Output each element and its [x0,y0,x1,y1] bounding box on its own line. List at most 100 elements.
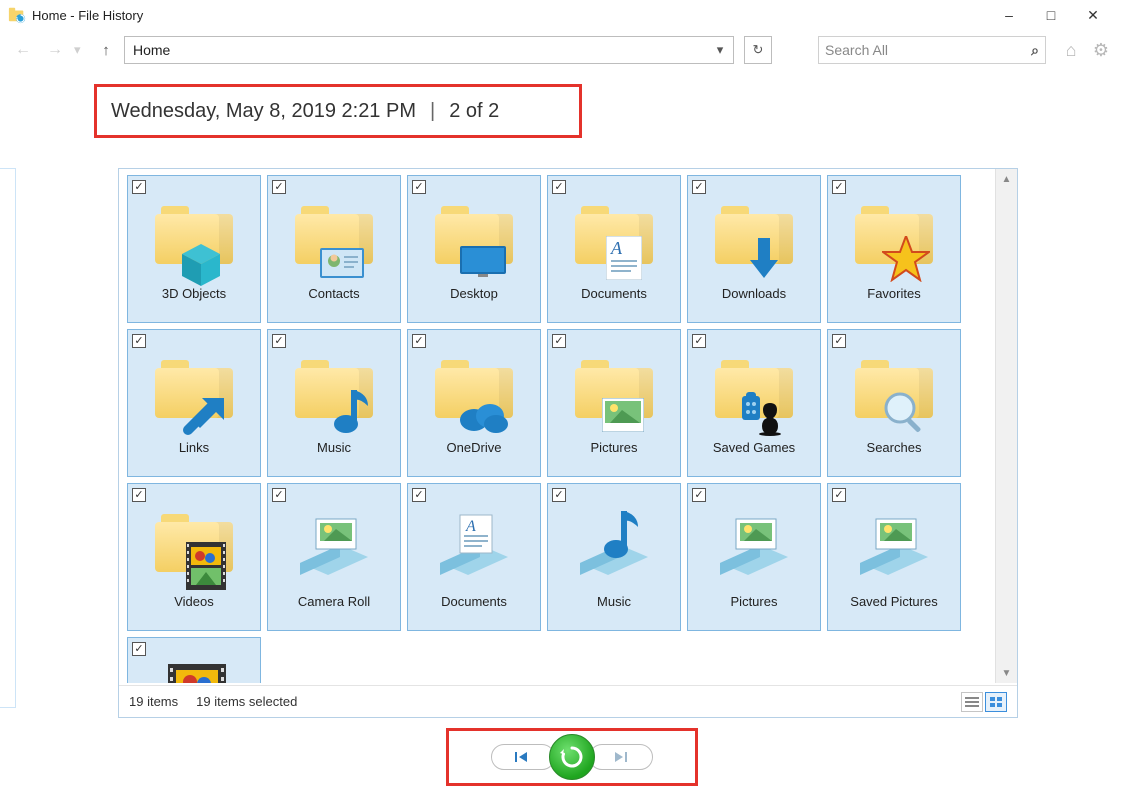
restore-button[interactable] [549,734,595,780]
folder-item[interactable]: ✓ 3D Objects [127,175,261,323]
music-icon [290,346,378,434]
prev-snapshot-sliver[interactable] [0,168,16,708]
item-label: Pictures [688,594,820,609]
checkbox[interactable]: ✓ [132,334,146,348]
videos-icon [150,500,238,588]
item-label: OneDrive [408,440,540,455]
app-icon [8,6,26,24]
checkbox[interactable]: ✓ [132,642,146,656]
checkbox[interactable]: ✓ [552,334,566,348]
folder-item[interactable]: ✓ Saved Pictures [827,483,961,631]
item-label: Favorites [828,286,960,301]
checkbox[interactable]: ✓ [692,180,706,194]
home-icon[interactable]: ⌂ [1060,39,1082,61]
address-dropdown[interactable]: ▾ [707,37,733,63]
close-button[interactable]: ✕ [1072,1,1114,29]
folder-item[interactable]: ✓ Music [267,329,401,477]
item-label: Pictures [548,440,680,455]
item-label: Camera Roll [268,594,400,609]
restore-controls [446,728,698,786]
contacts-icon [290,192,378,280]
folder-item[interactable]: ✓ OneDrive [407,329,541,477]
item-label: Music [268,440,400,455]
scroll-down[interactable]: ▼ [996,663,1017,683]
settings-icon[interactable]: ⚙ [1090,39,1112,61]
folder-item[interactable]: ✓ Favorites [827,175,961,323]
minimize-button[interactable]: – [988,1,1030,29]
folder-item[interactable]: ✓ Saved Games [687,329,821,477]
folder-item[interactable]: ✓ Music [547,483,681,631]
scrollbar[interactable]: ▲ ▼ [995,169,1017,683]
checkbox[interactable]: ✓ [412,488,426,502]
checkbox[interactable]: ✓ [412,180,426,194]
view-details-button[interactable] [961,692,983,712]
folder-item[interactable]: ✓ Downloads [687,175,821,323]
item-label: Desktop [408,286,540,301]
forward-button[interactable]: → [42,37,68,63]
folder-item[interactable]: ✓ Searches [827,329,961,477]
folder-item[interactable]: ✓ [127,637,261,683]
item-label: 3D Objects [128,286,260,301]
search-input[interactable]: Search All ⌕ [818,36,1046,64]
snapshot-timestamp: Wednesday, May 8, 2019 2:21 PM [111,100,416,123]
folder-item[interactable]: ✓ Links [127,329,261,477]
checkbox[interactable]: ✓ [272,180,286,194]
separator: | [430,100,435,123]
item-label: Documents [408,594,540,609]
search-icon: ⌕ [1031,42,1039,59]
folder-item[interactable]: ✓ Pictures [687,483,821,631]
item-label: Videos [128,594,260,609]
documents-icon: A [570,192,658,280]
checkbox[interactable]: ✓ [272,334,286,348]
checkbox[interactable]: ✓ [412,334,426,348]
search-placeholder: Search All [825,42,888,58]
toolbar: ← → ▾ ↑ Home ▾ ↻ Search All ⌕ ⌂ ⚙ [0,30,1122,70]
favorites-icon [850,192,938,280]
folder-item[interactable]: ✓ Videos [127,483,261,631]
item-label: Downloads [688,286,820,301]
checkbox[interactable]: ✓ [272,488,286,502]
up-button[interactable]: ↑ [94,42,118,59]
snapshot-position: 2 of 2 [449,100,499,123]
folder-item[interactable]: ✓ Contacts [267,175,401,323]
address-bar[interactable]: Home ▾ [124,36,734,64]
folder-item[interactable]: ✓ Camera Roll [267,483,401,631]
checkbox[interactable]: ✓ [832,334,846,348]
refresh-button[interactable]: ↻ [744,36,772,64]
saved-pictures-icon [850,500,938,588]
items-panel: ✓ 3D Objects✓ Contacts✓ Desktop✓ A Do [118,168,1018,718]
item-label: Documents [548,286,680,301]
item-label: Links [128,440,260,455]
window-title: Home - File History [32,8,143,23]
folder-item[interactable]: ✓ A Documents [407,483,541,631]
view-icons-button[interactable] [985,692,1007,712]
folder-item[interactable]: ✓ Desktop [407,175,541,323]
desktop-icon [430,192,518,280]
svg-text:A: A [610,238,623,258]
address-text[interactable]: Home [125,37,707,63]
scroll-up[interactable]: ▲ [996,169,1017,189]
checkbox[interactable]: ✓ [692,334,706,348]
camera-roll-icon [290,500,378,588]
checkbox[interactable]: ✓ [132,180,146,194]
checkbox[interactable]: ✓ [832,180,846,194]
title-bar: Home - File History – □ ✕ [0,0,1122,30]
music-icon [570,500,658,588]
back-button[interactable]: ← [10,37,36,63]
checkbox[interactable]: ✓ [132,488,146,502]
selected-count: 19 items selected [196,694,297,709]
previous-version-button[interactable] [491,744,555,770]
maximize-button[interactable]: □ [1030,1,1072,29]
checkbox[interactable]: ✓ [552,180,566,194]
folder-item[interactable]: ✓ Pictures [547,329,681,477]
checkbox[interactable]: ✓ [692,488,706,502]
links-icon [150,346,238,434]
pictures-icon [570,346,658,434]
next-version-button[interactable] [589,744,653,770]
checkbox[interactable]: ✓ [552,488,566,502]
downloads-icon [710,192,798,280]
items-grid: ✓ 3D Objects✓ Contacts✓ Desktop✓ A Do [119,169,993,683]
svg-text:A: A [465,518,476,535]
folder-item[interactable]: ✓ A Documents [547,175,681,323]
checkbox[interactable]: ✓ [832,488,846,502]
